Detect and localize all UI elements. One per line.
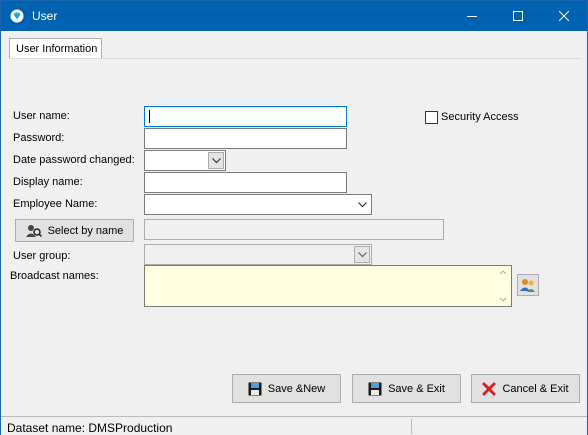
password-label: Password: — [13, 132, 65, 144]
display-name-field[interactable] — [144, 172, 347, 193]
maximize-icon — [513, 11, 523, 21]
password-field[interactable] — [144, 128, 347, 149]
chevron-down-icon[interactable] — [208, 152, 224, 169]
save-exit-button[interactable]: Save & Exit — [352, 374, 461, 403]
tab-divider — [9, 58, 581, 59]
selected-name-field — [144, 219, 444, 240]
user-group-dropdown[interactable] — [144, 244, 372, 265]
text-cursor — [149, 110, 150, 123]
red-x-icon — [482, 382, 496, 396]
date-password-changed-label: Date password changed: — [13, 154, 135, 166]
employee-name-label: Employee Name: — [13, 198, 98, 210]
window-title: User — [32, 9, 58, 23]
tab-user-information[interactable]: User Information — [9, 38, 102, 59]
save-new-button[interactable]: Save &New — [232, 374, 341, 403]
diamond-app-icon — [10, 9, 24, 23]
save-exit-label: Save & Exit — [388, 382, 445, 395]
chevron-down-icon[interactable] — [354, 246, 370, 263]
security-access-checkbox[interactable] — [425, 111, 438, 124]
cancel-exit-button[interactable]: Cancel & Exit — [471, 374, 580, 403]
date-password-changed-picker[interactable] — [144, 150, 226, 171]
chevron-down-icon[interactable] — [354, 196, 370, 213]
select-by-name-label: Select by name — [47, 224, 124, 237]
close-button[interactable] — [541, 1, 587, 31]
floppy-disk-icon — [248, 382, 262, 396]
employee-name-dropdown[interactable] — [144, 194, 372, 215]
minimize-button[interactable] — [449, 1, 495, 31]
broadcast-names-field[interactable] — [144, 265, 512, 307]
save-new-label: Save &New — [267, 382, 326, 395]
security-access-label[interactable]: Security Access — [441, 111, 519, 123]
close-icon — [559, 11, 569, 21]
people-lookup-icon — [520, 277, 536, 293]
display-name-label: Display name: — [13, 176, 83, 188]
select-by-name-button[interactable]: Select by name — [15, 219, 134, 242]
user-group-label: User group: — [13, 250, 71, 262]
cancel-exit-label: Cancel & Exit — [502, 382, 569, 395]
maximize-button[interactable] — [495, 1, 541, 31]
minimize-icon — [467, 11, 477, 21]
status-divider — [411, 419, 412, 434]
floppy-disk-icon — [368, 382, 382, 396]
user-name-field[interactable] — [144, 106, 347, 127]
people-search-icon — [25, 224, 42, 238]
title-bar[interactable]: User — [1, 1, 587, 31]
broadcast-names-label: Broadcast names: — [10, 270, 99, 282]
tab-label: User Information — [16, 43, 98, 55]
memo-scrollbar[interactable] — [497, 268, 509, 304]
user-name-label: User name: — [13, 110, 70, 122]
status-bar: Dataset name: DMSProduction — [1, 416, 587, 435]
user-window: User User Information User name: Passwor… — [0, 0, 588, 435]
broadcast-lookup-button[interactable] — [517, 274, 539, 296]
dataset-name-status: Dataset name: DMSProduction — [7, 421, 173, 435]
